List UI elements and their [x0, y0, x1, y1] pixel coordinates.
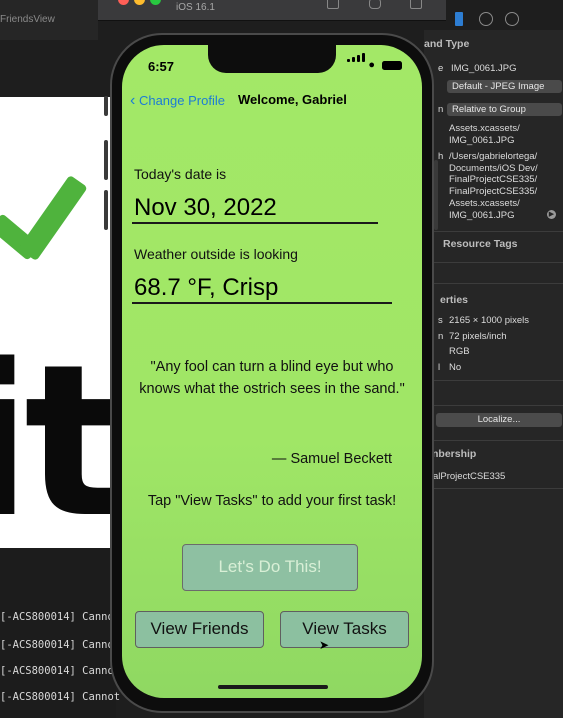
target-name[interactable]: alProjectCSE335 [433, 471, 505, 482]
reveal-in-finder-icon[interactable]: ▶ [547, 210, 556, 219]
wifi-icon: ● [368, 59, 375, 71]
image-preview: it [0, 97, 110, 550]
resource-tags-heading: Resource Tags [443, 238, 518, 250]
view-tasks-button[interactable]: View Tasks [280, 611, 409, 648]
signal-bar [347, 59, 350, 62]
battery-icon [382, 61, 402, 70]
app-screen: 6:57 ● ‹ Change Profile Welcome, Gabriel… [122, 45, 422, 698]
signal-bar [352, 57, 355, 62]
resolution-value: 72 pixels/inch [449, 331, 507, 342]
full-path-line: Documents/iOS Dev/ [449, 163, 538, 174]
file-inspector-icon[interactable] [455, 12, 463, 26]
console-line: [-ACS800014] Cannot [0, 691, 121, 703]
dimensions-value: 2165 × 1000 pixels [449, 315, 530, 326]
relative-path-line: IMG_0061.JPG [449, 135, 515, 146]
properties-heading: erties [440, 294, 469, 306]
full-path-line: Assets.xcassets/ [449, 198, 520, 209]
home-indicator[interactable] [218, 685, 328, 689]
nav-title: Welcome, Gabriel [238, 92, 347, 107]
weather-label: Weather outside is looking [134, 246, 298, 262]
simulator-title: iOS 16.1 [176, 2, 215, 13]
quote-text: "Any fool can turn a blind eye but who k… [139, 359, 405, 397]
label-prefix: e [438, 63, 444, 74]
chevron-left-icon: ‹ [130, 92, 136, 109]
file-name-value[interactable]: IMG_0061.JPG [451, 63, 516, 74]
date-underline [132, 222, 378, 224]
divider [424, 231, 563, 232]
file-type-popup[interactable]: Default - JPEG Image [447, 80, 562, 93]
full-path-line: FinalProjectCSE335/ [449, 174, 538, 185]
label-prefix: n [438, 104, 444, 115]
label-prefix: n [438, 331, 444, 342]
weather-underline [132, 302, 392, 304]
signal-bar [362, 53, 365, 62]
relative-path-line: Assets.xcassets/ [449, 123, 520, 134]
checkmark-long-stroke [18, 174, 88, 262]
name-type-heading: and Type [424, 38, 470, 50]
weather-value: 68.7 °F, Crisp [134, 274, 279, 301]
simulator-toolbar [98, 0, 446, 21]
divider [424, 488, 563, 489]
volume-down-button [104, 190, 108, 230]
console-line: [-ACS800014] Canno [0, 639, 114, 651]
history-icon[interactable] [479, 12, 493, 26]
divider [424, 405, 563, 406]
rotate-icon[interactable] [410, 0, 422, 9]
alpha-value: No [449, 362, 462, 373]
back-button-label: Change Profile [138, 93, 225, 108]
back-button[interactable]: ‹ Change Profile [130, 92, 225, 110]
color-space-value: RGB [449, 346, 470, 357]
console-line: [-ACS800014] Canno [0, 665, 114, 677]
divider [424, 283, 563, 284]
editor-tab-friendsview[interactable]: FriendsView [0, 14, 55, 25]
mouse-cursor-icon: ➤ [319, 638, 330, 652]
full-path-line: FinalProjectCSE335/ [449, 186, 538, 197]
debug-console: [-ACS800014] Canno [-ACS800014] Canno [-… [0, 548, 120, 718]
divider [424, 380, 563, 381]
label-prefix: s [438, 315, 443, 326]
divider [424, 262, 563, 263]
notch [208, 45, 336, 73]
status-time: 6:57 [148, 59, 175, 74]
tasks-hint: Tap "View Tasks" to add your first task! [147, 493, 397, 509]
console-line: [-ACS800014] Canno [0, 611, 114, 623]
lets-do-this-button[interactable]: Let's Do This! [182, 544, 358, 591]
logo-lettering: it [0, 319, 110, 550]
location-popup[interactable]: Relative to Group [447, 103, 562, 116]
quote-author: — Samuel Beckett [271, 451, 392, 467]
screenshot-icon[interactable] [369, 0, 381, 9]
view-friends-button[interactable]: View Friends [135, 611, 264, 648]
label-prefix: l [438, 362, 441, 373]
full-path-line: /Users/gabrielortega/ [449, 151, 538, 162]
volume-up-button [104, 140, 108, 180]
power-button [434, 160, 438, 230]
localize-button[interactable]: Localize... [436, 413, 562, 427]
home-icon[interactable] [327, 0, 339, 9]
help-icon[interactable] [505, 12, 519, 26]
signal-bar [357, 55, 360, 62]
date-value: Nov 30, 2022 [134, 194, 277, 221]
mute-switch [104, 96, 108, 116]
full-path-line: IMG_0061.JPG [449, 210, 515, 221]
target-membership-heading: nbership [432, 448, 477, 460]
divider [424, 440, 563, 441]
label-prefix: h [438, 151, 444, 162]
date-label: Today's date is [134, 166, 227, 182]
navigator-header: FriendsView [0, 0, 98, 40]
